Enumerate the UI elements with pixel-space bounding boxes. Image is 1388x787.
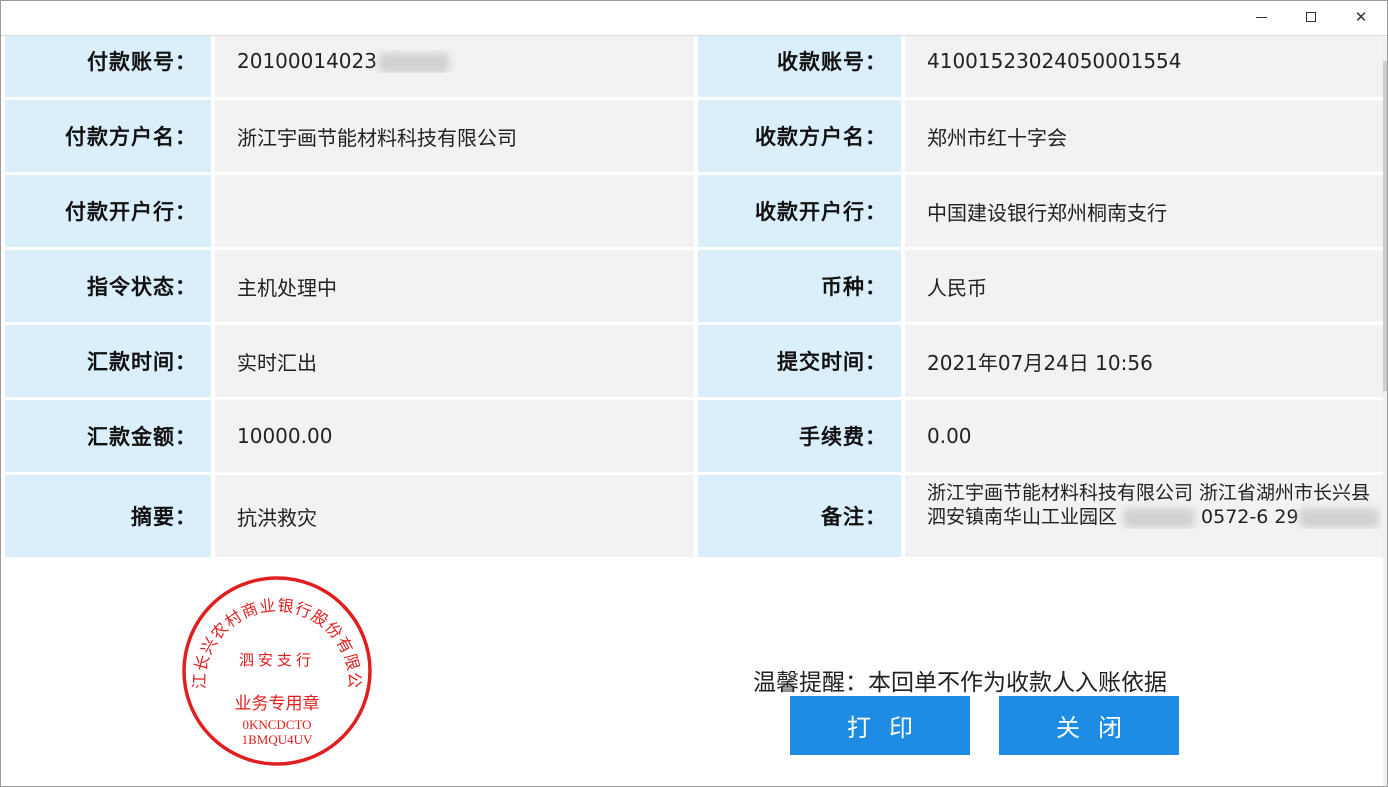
minimize-button[interactable] [1237,1,1285,33]
seal-code-1: 0KNCDCTO [242,717,311,732]
summary-value: 抗洪救灾 [215,475,694,557]
table-row: 指令状态： 主机处理中 币种： 人民币 [5,250,1383,322]
transfer-detail-table: 付款账号： 20100014023 收款账号： 4100152302405000… [1,22,1387,560]
table-row: 摘要： 抗洪救灾 备注： 浙江宇画节能材料科技有限公司 浙江省湖州市长兴县泗安镇… [5,475,1383,557]
currency-label: 币种： [698,250,901,322]
title-bar: ✕ [1,1,1387,36]
payee-name-value: 郑州市红十字会 [905,100,1383,172]
remark-phone: 0572-6 [1201,506,1269,528]
scrollbar-thumb[interactable] [1383,61,1387,391]
payer-bank-label: 付款开户行： [5,175,211,247]
seal-purpose: 业务专用章 [235,694,320,714]
status-value: 主机处理中 [215,250,694,322]
payee-name-label: 收款方户名： [698,100,901,172]
remit-time-value: 实时汇出 [215,325,694,397]
seal-ring-text: 浙江长兴农村商业银行股份有限公司 [177,573,364,689]
close-button[interactable]: 关闭 [999,696,1179,755]
receipt-window: 付款账号： 20100014023 收款账号： 4100152302405000… [0,0,1388,787]
redaction-blur [1298,507,1379,528]
payee-bank-value: 中国建设银行郑州桐南支行 [905,175,1383,247]
remit-time-label: 汇款时间： [5,325,211,397]
summary-label: 摘要： [5,475,211,557]
close-window-button[interactable]: ✕ [1337,1,1385,33]
currency-value: 人民币 [905,250,1383,322]
payer-name-label: 付款方户名： [5,100,211,172]
maximize-button[interactable] [1287,1,1335,33]
table-row: 付款方户名： 浙江宇画节能材料科技有限公司 收款方户名： 郑州市红十字会 [5,100,1383,172]
minimize-icon [1255,16,1267,18]
amount-label: 汇款金额： [5,400,211,472]
redaction-blur [378,52,449,73]
payer-bank-value [215,175,694,247]
maximize-icon [1306,12,1316,22]
bank-seal-stamp: 浙江长兴农村商业银行股份有限公司 泗安支行 业务专用章 0KNCDCTO 1BM… [177,573,372,766]
seal-code-2: 1BMQU4UV [242,732,313,747]
table-row: 付款开户行： 收款开户行： 中国建设银行郑州桐南支行 [5,175,1383,247]
submit-time-value: 2021年07月24日 10:56 [905,325,1383,397]
fee-value: 0.00 [905,400,1383,472]
payer-account-number: 20100014023 [237,49,377,73]
submit-time-label: 提交时间： [698,325,901,397]
payer-name-value: 浙江宇画节能材料科技有限公司 [215,100,694,172]
print-button[interactable]: 打印 [790,696,970,755]
redaction-blur [1123,507,1196,528]
seal-branch: 泗安支行 [239,651,315,669]
remark-label: 备注： [698,475,901,557]
remark-phone-tail: 29 [1274,506,1299,528]
status-label: 指令状态： [5,250,211,322]
payee-bank-label: 收款开户行： [698,175,901,247]
table-row: 汇款时间： 实时汇出 提交时间： 2021年07月24日 10:56 [5,325,1383,397]
fee-label: 手续费： [698,400,901,472]
table-row: 汇款金额： 10000.00 手续费： 0.00 [5,400,1383,472]
remark-value: 浙江宇画节能材料科技有限公司 浙江省湖州市长兴县泗安镇南华山工业园区 0572-6… [905,475,1383,557]
close-icon: ✕ [1354,8,1368,26]
reminder-notice: 温馨提醒：本回单不作为收款人入账依据 [753,670,1167,696]
amount-value: 10000.00 [215,400,694,472]
